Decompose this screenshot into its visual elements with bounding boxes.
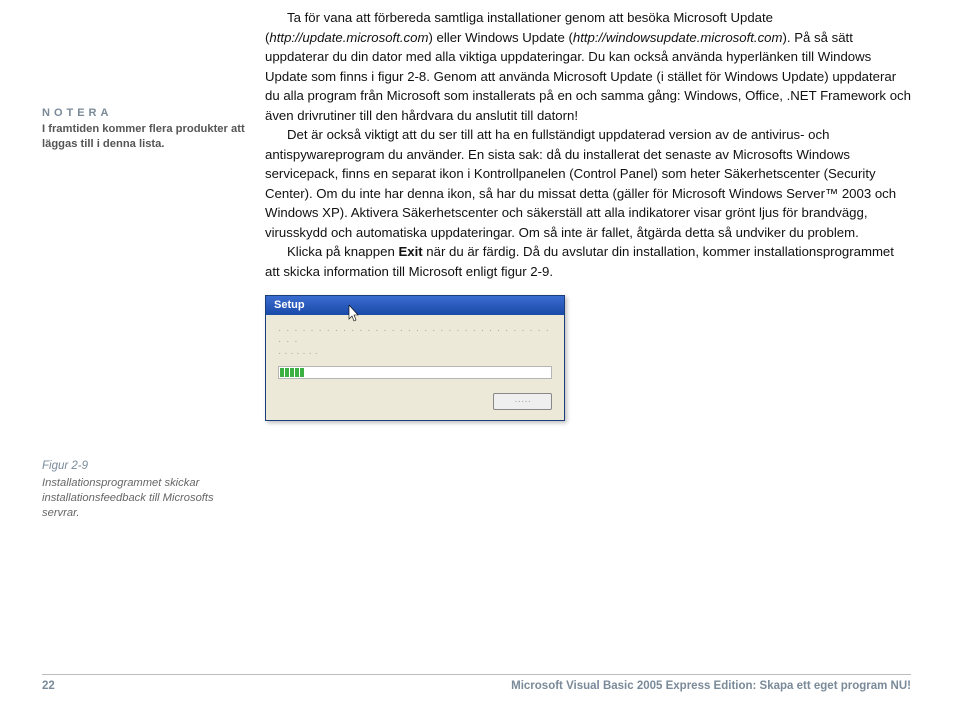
paragraph-3: Klicka på knappen Exit när du är färdig.… <box>265 242 911 281</box>
body-text: Ta för vana att förbereda samtliga insta… <box>265 8 911 281</box>
setup-dialog-figure: Setup · · · · · · · · · · · · · · · · · … <box>265 295 565 421</box>
dialog-body: · · · · · · · · · · · · · · · · · · · · … <box>266 315 564 387</box>
setup-dialog: Setup · · · · · · · · · · · · · · · · · … <box>265 295 565 421</box>
dialog-text-1: · · · · · · · · · · · · · · · · · · · · … <box>278 325 552 347</box>
cursor-icon <box>348 305 362 323</box>
note-box: NOTERA I framtiden kommer flera produkte… <box>42 106 247 152</box>
dialog-button-row: ····· <box>266 387 564 420</box>
figure-title: Figur 2-9 <box>42 459 247 475</box>
progress-bar <box>278 366 552 379</box>
paragraph-1: Ta för vana att förbereda samtliga insta… <box>265 8 911 125</box>
footer-rule <box>42 674 911 675</box>
note-text: I framtiden kommer flera produkter att l… <box>42 122 247 152</box>
progress-fill <box>280 368 304 377</box>
page-footer: 22 Microsoft Visual Basic 2005 Express E… <box>0 674 959 692</box>
main-content: Ta för vana att förbereda samtliga insta… <box>265 0 959 421</box>
dialog-titlebar: Setup <box>266 296 564 315</box>
paragraph-2: Det är också viktigt att du ser till att… <box>265 125 911 242</box>
dialog-title-text: Setup <box>274 299 305 311</box>
note-title: NOTERA <box>42 106 247 121</box>
figure-text: Installationsprogrammet skickar installa… <box>42 476 247 521</box>
dialog-text-2: · · · · · · · <box>278 348 552 359</box>
link-windowsupdate: http://windowsupdate.microsoft.com <box>573 30 783 45</box>
dialog-button[interactable]: ····· <box>493 393 552 410</box>
exit-label: Exit <box>398 244 422 259</box>
link-update: http://update.microsoft.com <box>269 30 428 45</box>
figure-caption: Figur 2-9 Installationsprogrammet skicka… <box>0 459 265 521</box>
sidebar: NOTERA I framtiden kommer flera produkte… <box>0 0 265 421</box>
page-number: 22 <box>42 680 55 692</box>
footer-title: Microsoft Visual Basic 2005 Express Edit… <box>511 680 911 692</box>
